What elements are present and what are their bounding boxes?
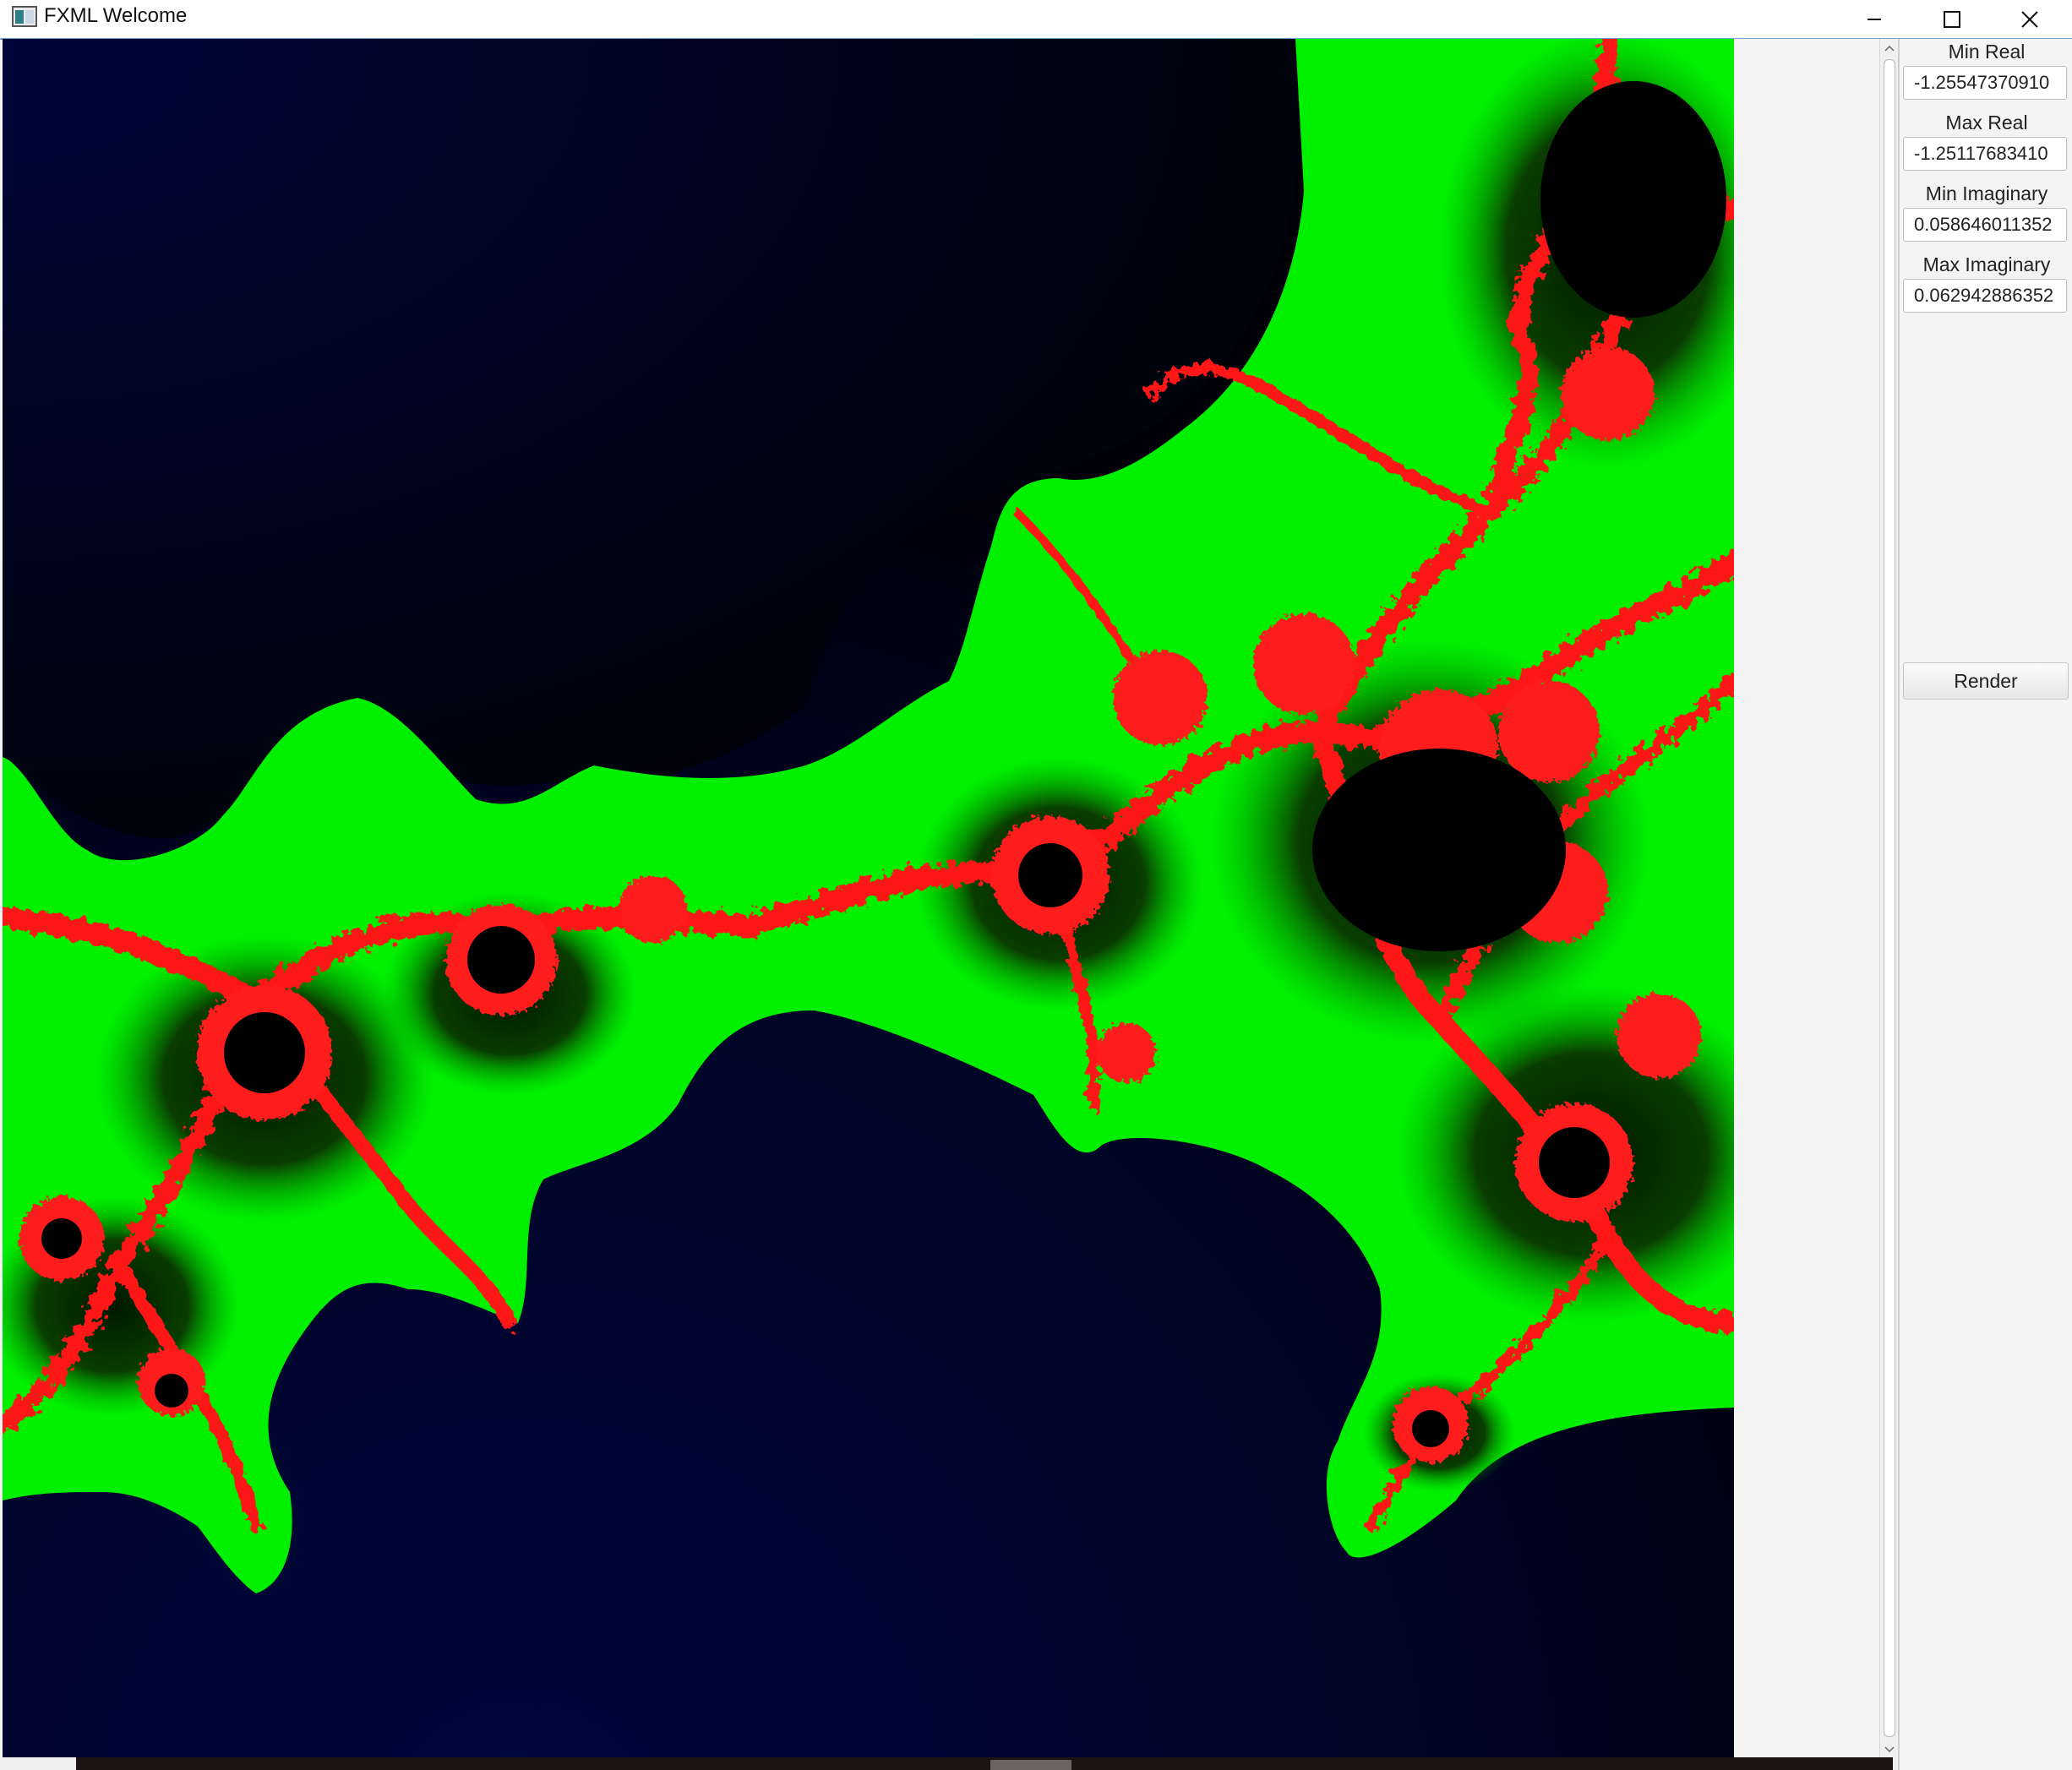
min-imaginary-input[interactable]: 0.058646011352 [1903,208,2067,242]
maximize-icon [1944,10,1960,28]
horizontal-scrollbar[interactable] [0,1757,1898,1770]
min-real-input[interactable]: -1.25547370910 [1903,66,2067,100]
horizontal-scroll-track[interactable] [76,1757,1893,1770]
max-real-label: Max Real [1945,112,2028,133]
horizontal-scroll-thumb[interactable] [990,1760,1071,1770]
canvas-margin [1734,39,1879,1757]
max-real-input[interactable]: -1.25117683410 [1903,137,2067,171]
scroll-up-arrow-icon[interactable] [1884,44,1895,52]
window-title: FXML Welcome [44,4,188,27]
min-imaginary-label: Min Imaginary [1925,182,2048,204]
close-icon [2021,10,2038,28]
render-button[interactable]: Render [1903,662,2069,700]
vertical-scroll-thumb[interactable] [1884,59,1895,1737]
mandelbrot-image [3,39,1734,1757]
minimize-button[interactable] [1835,0,1913,38]
fractal-canvas[interactable] [3,39,1734,1757]
maximize-button[interactable] [1913,0,1991,38]
max-imaginary-input[interactable]: 0.062942886352 [1903,279,2067,313]
minimize-icon [1868,18,1881,20]
parameter-panel: Min Real -1.25547370910 Max Real -1.2511… [1898,39,2072,1770]
app-window-icon [12,6,37,27]
vertical-scrollbar[interactable] [1879,39,1899,1757]
close-button[interactable] [1991,0,2069,38]
max-imaginary-label: Max Imaginary [1922,253,2051,275]
title-bar: FXML Welcome [0,0,2072,40]
scroll-down-arrow-icon[interactable] [1884,1745,1895,1754]
min-real-label: Min Real [1948,41,2026,63]
